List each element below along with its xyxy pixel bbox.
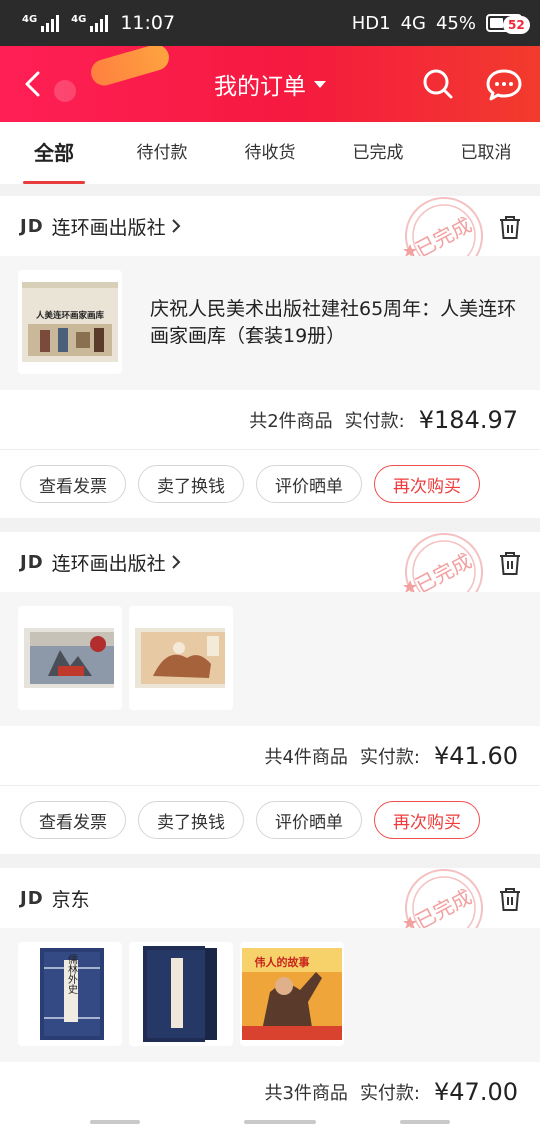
svg-text:已完成: 已完成: [411, 548, 475, 597]
signal-icon: 4G: [22, 14, 60, 32]
item-count: 共2件商品: [249, 410, 333, 432]
tab-pending-payment[interactable]: 待付款: [108, 122, 216, 184]
app-header: 我的订单: [0, 46, 540, 122]
comic-book-image: [135, 628, 225, 688]
goods-section[interactable]: 人美连环画家画库 庆祝人民美术出版社建社65周年：人美连环画家画库（套装19册）: [0, 256, 540, 390]
order-card[interactable]: JD 京东 已完成 儒林外史 伟人的故事 共3件商品 实付款: ¥47.00: [0, 868, 540, 1140]
book-box-image: 人美连环画家画库: [22, 282, 118, 362]
product-title[interactable]: 庆祝人民美术出版社建社65周年：人美连环画家画库（套装19册）: [150, 296, 520, 350]
chevron-right-icon: [171, 555, 181, 569]
product-thumbnail[interactable]: [18, 606, 122, 710]
message-count-badge: 52: [503, 16, 530, 34]
paid-amount: ¥41.60: [434, 741, 518, 770]
paid-label: 实付款:: [359, 746, 421, 768]
buy-again-button[interactable]: 再次购买: [374, 465, 480, 503]
resell-button[interactable]: 卖了换钱: [138, 465, 244, 503]
tab-cancelled[interactable]: 已取消: [432, 122, 540, 184]
chevron-right-icon: [171, 219, 181, 233]
product-thumbnail[interactable]: 人美连环画家画库: [18, 270, 122, 374]
paid-amount: ¥47.00: [434, 1078, 518, 1106]
svg-text:伟人的故事: 伟人的故事: [255, 955, 310, 969]
nav-hint: [90, 1120, 140, 1124]
order-card[interactable]: JD 连环画出版社 已完成 共4件商品 实付款: ¥41.60 查看发票 卖了换…: [0, 532, 540, 854]
view-invoice-button[interactable]: 查看发票: [20, 801, 126, 839]
view-invoice-button[interactable]: 查看发票: [20, 465, 126, 503]
product-thumbnail[interactable]: 儒林外史: [18, 942, 122, 1046]
paid-label: 实付款:: [344, 410, 405, 432]
hd-label: HD1: [351, 12, 391, 34]
nav-hint: [244, 1120, 316, 1124]
shop-name: 京东: [51, 888, 90, 911]
book-box-image: 儒林外史: [40, 948, 104, 1040]
order-card[interactable]: JD 连环画出版社 已完成 人美连环画家画库 庆祝人民美术出版社建社65周年：人…: [0, 196, 540, 518]
page-title-dropdown[interactable]: 我的订单: [0, 46, 540, 122]
battery-percent: 45%: [435, 12, 476, 34]
product-thumbnail[interactable]: [129, 942, 233, 1046]
product-thumbnail[interactable]: [129, 606, 233, 710]
jd-logo: JD: [20, 215, 44, 237]
item-count: 共3件商品: [264, 1083, 348, 1104]
tab-all[interactable]: 全部: [0, 122, 108, 184]
book-box-image: [143, 946, 217, 1042]
order-summary: 共4件商品 实付款: ¥41.60: [0, 726, 540, 786]
comic-book-image: [24, 628, 114, 688]
shop-name: 连环画出版社: [51, 552, 166, 575]
nav-hint: [400, 1120, 450, 1124]
goods-section[interactable]: 儒林外史 伟人的故事: [0, 928, 540, 1062]
order-tabs: 全部 待付款 待收货 已完成 已取消: [0, 122, 540, 184]
trash-icon[interactable]: [498, 214, 522, 240]
order-actions: 查看发票 卖了换钱 评价晒单 再次购买: [0, 450, 540, 518]
buy-again-button[interactable]: 再次购买: [374, 801, 480, 839]
shop-name: 连环画出版社: [51, 216, 166, 239]
network-type-label: 4G: [22, 14, 38, 25]
order-summary: 共3件商品 实付款: ¥47.00: [0, 1062, 540, 1122]
svg-text:儒林外史: 儒林外史: [66, 953, 78, 995]
tab-completed[interactable]: 已完成: [324, 122, 432, 184]
paid-label: 实付款:: [359, 1083, 421, 1104]
paid-amount: ¥184.97: [418, 405, 518, 434]
network-label: 4G: [400, 12, 426, 34]
order-actions: 查看发票 卖了换钱 评价晒单 再次购买: [0, 786, 540, 854]
trash-icon[interactable]: [498, 886, 522, 912]
page-title: 我的订单: [214, 74, 306, 100]
search-icon[interactable]: [418, 64, 458, 104]
order-summary: 共2件商品 实付款: ¥184.97: [0, 390, 540, 450]
product-thumbnail[interactable]: 伟人的故事: [240, 942, 344, 1046]
caret-down-icon: [314, 80, 326, 88]
network-type-label: 4G: [71, 14, 87, 25]
chat-bubble-icon[interactable]: [482, 64, 526, 104]
signal-icon: 4G: [71, 14, 109, 32]
svg-text:已完成: 已完成: [411, 212, 475, 261]
clock: 11:07: [120, 12, 176, 34]
svg-text:人美连环画家画库: 人美连环画家画库: [36, 310, 105, 321]
trash-icon[interactable]: [498, 550, 522, 576]
tab-pending-receipt[interactable]: 待收货: [216, 122, 324, 184]
goods-section[interactable]: [0, 592, 540, 726]
comic-book-image: 伟人的故事: [242, 948, 342, 1040]
svg-text:已完成: 已完成: [411, 884, 475, 933]
review-button[interactable]: 评价晒单: [256, 465, 362, 503]
jd-logo: JD: [20, 551, 44, 573]
status-bar: 4G 4G 11:07 HD1 4G 45%: [0, 0, 540, 46]
jd-logo: JD: [20, 887, 44, 909]
review-button[interactable]: 评价晒单: [256, 801, 362, 839]
resell-button[interactable]: 卖了换钱: [138, 801, 244, 839]
item-count: 共4件商品: [264, 746, 348, 768]
